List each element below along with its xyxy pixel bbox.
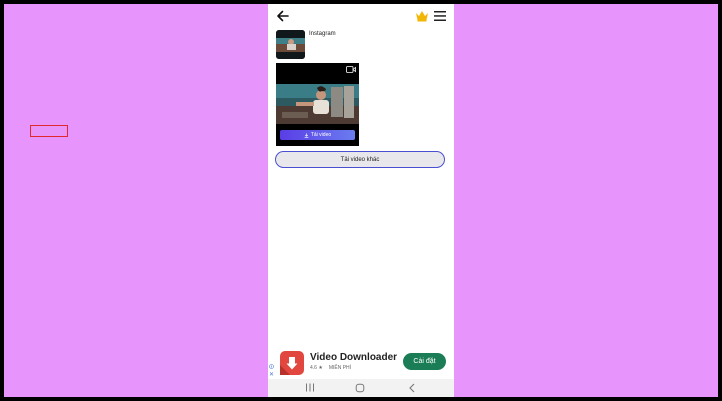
home-icon[interactable] [355,383,365,393]
top-bar [268,4,454,28]
video-camera-icon [346,66,356,73]
ad-rating: 4.6 ★ [310,365,323,371]
download-video-label: Tải video [310,132,332,138]
ad-app-logo[interactable] [280,351,304,375]
result-source-title: Instagram [309,31,336,37]
menu-icon[interactable] [434,11,446,21]
download-arrow-icon [280,357,298,375]
ad-price: MIỄN PHÍ [328,365,352,371]
phone-screen: Instagram Tải video Tải video khác ✕ Vid… [268,4,454,397]
recent-apps-icon[interactable] [305,383,315,392]
ad-app-meta: 4.6 ★ MIỄN PHÍ [310,365,351,371]
video-frame [276,84,359,124]
download-another-video-label: Tải video khác [340,156,380,163]
nav-back-icon[interactable] [408,383,416,393]
download-video-button[interactable]: Tải video [280,130,355,140]
ad-banner[interactable]: ✕ Video Downloader 4.6 ★ MIỄN PHÍ Cài đặt [268,348,454,378]
ad-app-title[interactable]: Video Downloader [310,352,397,363]
download-another-video-button[interactable]: Tải video khác [275,151,445,168]
ad-install-button[interactable]: Cài đặt [403,353,446,370]
download-icon [304,132,309,138]
back-arrow-icon[interactable] [276,9,290,23]
system-nav-bar [268,379,454,397]
result-thumbnail [276,30,305,59]
ad-info-icon[interactable] [269,364,274,369]
ad-close-icon[interactable]: ✕ [269,372,274,378]
crown-icon[interactable] [415,10,429,22]
video-preview-card[interactable]: Tải video [276,63,359,146]
